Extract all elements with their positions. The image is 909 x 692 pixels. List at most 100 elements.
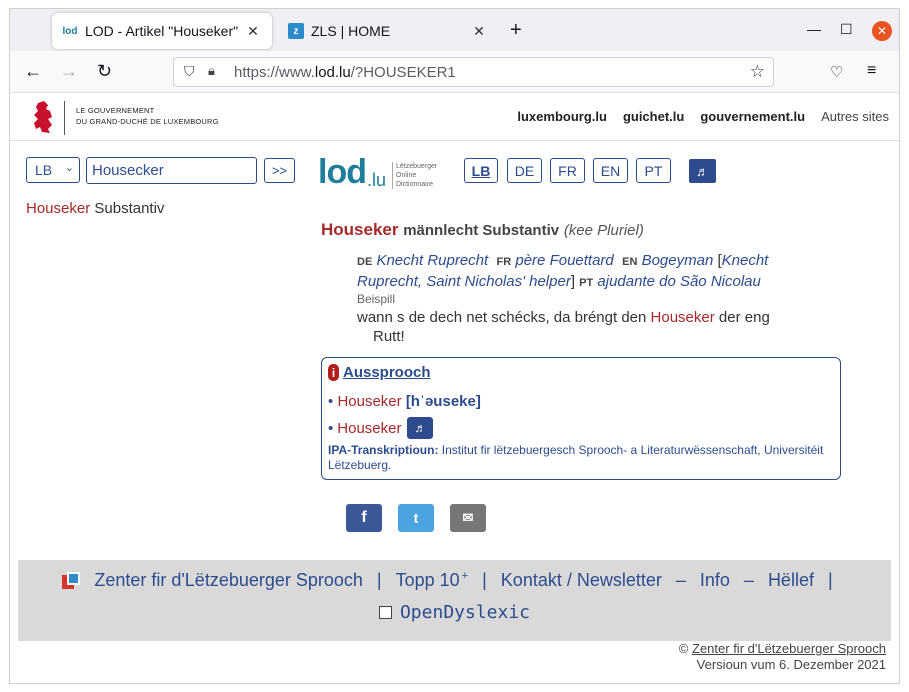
gov-title[interactable]: LE GOUVERNEMENT DU GRAND-DUCHÉ DE LUXEMB… — [76, 105, 219, 127]
logo-subtitle: Lëtzebuerger Online Dictionnaire — [392, 162, 437, 189]
separator: – — [743, 570, 754, 590]
article-pos: männlecht Substantiv — [403, 222, 560, 239]
translation-de[interactable]: Knecht Ruprecht — [376, 252, 488, 269]
link-guichet[interactable]: guichet.lu — [623, 109, 684, 124]
lod-favicon-icon: lod — [62, 25, 78, 37]
search-language-value: LB — [35, 162, 53, 178]
url-bar[interactable]: ⛉ 🔒︎ https://www.lod.lu/?HOUSEKER1 ☆ — [173, 57, 774, 87]
close-tab-icon[interactable]: ✕ — [244, 23, 262, 40]
ipa-credit-label: IPA-Transkriptioun: — [328, 443, 439, 457]
lang-code-en: EN — [622, 256, 638, 268]
zls-logo-icon — [62, 571, 81, 590]
copyright-link[interactable]: Zenter fir d'Lëtzebuerger Sprooch — [692, 641, 886, 656]
bookmark-star-icon[interactable]: ☆ — [750, 62, 765, 82]
ui-lang-en[interactable]: EN — [593, 158, 628, 183]
example-label: Beispill — [357, 292, 396, 306]
tab-zls[interactable]: z ZLS | HOME ✕ — [278, 13, 498, 49]
footer-nav: Zenter fir d'Lëtzebuerger Sprooch | Topp… — [18, 570, 891, 591]
separator: – — [675, 570, 686, 590]
back-icon[interactable]: ← — [24, 61, 42, 82]
reload-icon[interactable]: ↻ — [97, 61, 112, 82]
audio-icon[interactable]: ♬ — [689, 159, 716, 183]
ui-lang-pt[interactable]: PT — [636, 158, 671, 183]
tab-title: LOD - Artikel "Houseker" — [85, 23, 239, 39]
logo-sub1: Lëtzebuerger — [396, 163, 438, 170]
translation-fr[interactable]: père Fouettard — [515, 252, 613, 269]
gov-lion-icon — [34, 101, 52, 133]
result-pos: Substantiv — [94, 200, 165, 217]
play-sound-icon[interactable]: ♬ — [407, 417, 434, 439]
logo-sub2: Online — [396, 172, 417, 179]
lang-code-fr: FR — [496, 256, 512, 268]
footer-link-info[interactable]: Info — [700, 570, 730, 591]
browser-window: lod LOD - Artikel "Houseker" ✕ z ZLS | H… — [9, 8, 900, 684]
forward-icon[interactable]: → — [60, 61, 78, 82]
mail-share-icon[interactable]: ✉ — [450, 504, 486, 532]
dyslexic-checkbox[interactable] — [378, 606, 392, 619]
minimize-icon[interactable]: — — [807, 21, 821, 37]
search-language-select[interactable]: LB ⌄ — [26, 157, 80, 183]
tab-lod[interactable]: lod LOD - Artikel "Houseker" ✕ — [52, 13, 272, 49]
facebook-share-icon[interactable]: f — [346, 504, 382, 532]
shield-icon[interactable]: ⛉ — [184, 63, 195, 80]
example-continuation: Rutt! — [373, 328, 405, 345]
gov-line2: DU GRAND-DUCHÉ DE LUXEMBOURG — [76, 117, 219, 126]
close-window-icon[interactable]: ✕ — [872, 21, 892, 41]
top10-label: Topp 10 — [395, 570, 460, 590]
search-input[interactable]: Housecker — [86, 157, 257, 184]
separator: | — [376, 570, 382, 590]
close-tab-icon[interactable]: ✕ — [470, 23, 488, 40]
article-header: Houseker männlecht Substantiv (kee Pluri… — [321, 220, 841, 240]
pronunciation-word: Houseker — [337, 393, 402, 410]
footer-link-top10[interactable]: Topp 10 + — [396, 570, 469, 591]
lock-icon[interactable]: 🔒︎ — [208, 63, 215, 79]
url-prefix: https://www. — [234, 64, 315, 81]
footer-link-kontakt[interactable]: Kontakt / Newsletter — [501, 570, 662, 591]
version-text: Versioun vum 6. Dezember 2021 — [696, 657, 886, 672]
pronunciation-title-text: Aussprooch — [343, 364, 431, 381]
pronunciation-word: Houseker — [337, 419, 402, 437]
bullet: • — [328, 393, 334, 410]
example-before: wann s de dech net schécks, da bréngt de… — [357, 309, 647, 326]
lod-logo[interactable]: lod .lu Lëtzebuerger Online Dictionnaire — [318, 153, 437, 189]
footer-link-zls[interactable]: Zenter fir d'Lëtzebuerger Sprooch — [94, 570, 363, 591]
article-headword: Houseker — [321, 220, 399, 239]
pronunciation-title[interactable]: i Aussprooch — [328, 364, 431, 381]
ipa-credit: IPA-Transkriptioun: Institut fir lëtzebu… — [328, 443, 833, 473]
ui-lang-lb[interactable]: LB — [464, 158, 498, 183]
url-path: /?HOUSEKER1 — [350, 64, 456, 81]
pronunciation-ipa: [hˈəuseke] — [405, 393, 481, 410]
separator: | — [827, 570, 833, 590]
pocket-icon[interactable]: ♡ — [830, 63, 843, 81]
translations: DE Knecht Ruprecht FR père Fouettard EN … — [357, 252, 769, 290]
footer-link-hellef[interactable]: Hëllef — [768, 570, 814, 591]
example-sentence: wann s de dech net schécks, da bréngt de… — [357, 308, 837, 346]
ui-lang-fr[interactable]: FR — [550, 158, 585, 183]
new-tab-icon[interactable]: + — [510, 19, 522, 42]
ui-lang-de[interactable]: DE — [507, 158, 542, 183]
lang-code-de: DE — [357, 256, 373, 268]
translation-en[interactable]: Bogeyman — [642, 252, 714, 269]
url-text[interactable]: https://www.lod.lu/?HOUSEKER1 — [234, 64, 456, 81]
maximize-icon[interactable]: ☐ — [840, 21, 853, 38]
logo-sub3: Dictionnaire — [396, 181, 433, 188]
link-gouvernement[interactable]: gouvernement.lu — [700, 109, 805, 124]
example-after: der eng — [718, 309, 770, 326]
url-domain: lod.lu — [314, 64, 351, 81]
tab-strip: lod LOD - Artikel "Houseker" ✕ z ZLS | H… — [10, 9, 899, 51]
search-button[interactable]: >> — [264, 158, 295, 183]
link-luxembourg[interactable]: luxembourg.lu — [517, 109, 607, 124]
link-autres-sites[interactable]: Autres sites — [821, 109, 889, 124]
logo-lu: .lu — [366, 170, 386, 190]
plus-icon: + — [461, 570, 469, 582]
translation-pt[interactable]: ajudante do São Nicolau — [597, 273, 760, 290]
menu-icon[interactable]: ≡ — [867, 62, 876, 80]
article-plural: (kee Pluriel) — [563, 222, 644, 239]
dyslexic-toggle[interactable]: OpenDyslexic — [18, 602, 891, 623]
result-item[interactable]: Houseker Substantiv — [26, 200, 164, 217]
pronunciation-audio-row: • Houseker ♬ — [328, 417, 434, 439]
twitter-share-icon[interactable]: t — [398, 504, 434, 532]
separator: | — [482, 570, 487, 590]
copyright: © Zenter fir d'Lëtzebuerger Sprooch Vers… — [679, 641, 886, 673]
gov-divider — [64, 101, 65, 135]
